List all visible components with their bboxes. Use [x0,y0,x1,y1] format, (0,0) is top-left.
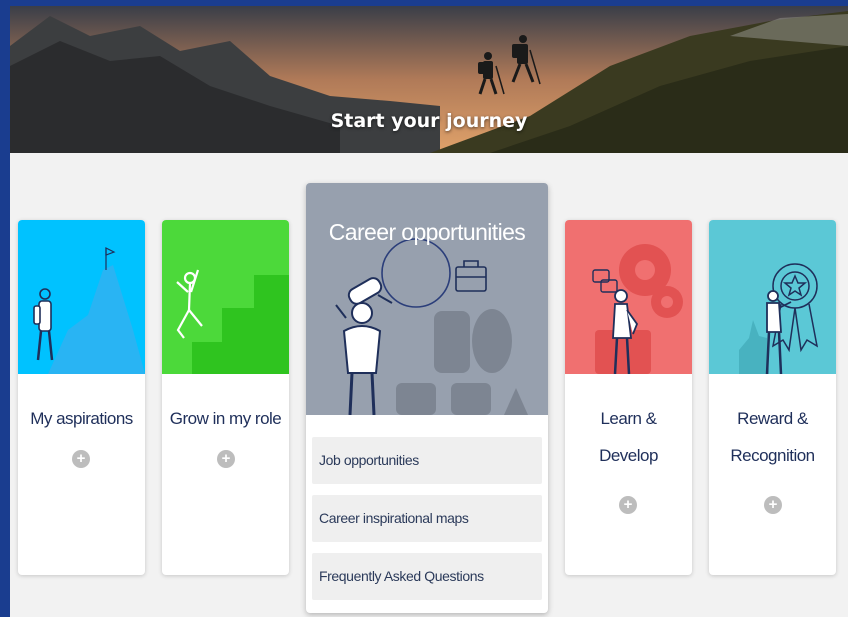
menu-frequently-asked-questions[interactable]: Frequently Asked Questions [312,553,542,600]
menu-job-opportunities[interactable]: Job opportunities [312,437,542,484]
career-title: Career opportunities [328,219,526,245]
reward-label-line2: Recognition [730,446,815,465]
card-my-aspirations[interactable]: My aspirations + [18,220,145,575]
hero-banner: Start your journey [10,6,848,153]
learn-label-line1: Learn & [600,409,657,428]
aspirations-plus-icon[interactable]: + [72,450,90,468]
grow-illustration [162,220,289,374]
card-career-opportunities[interactable]: Career opportunities Job opportunities C… [306,183,548,613]
aspirations-label: My aspirations [30,409,133,428]
reward-illustration [709,220,836,374]
reward-plus-icon[interactable]: + [764,496,782,514]
reward-label-line1: Reward & [737,409,808,428]
card-grow-in-my-role[interactable]: Grow in my role + [162,220,289,575]
grow-label: Grow in my role [169,409,282,428]
career-illustration: Career opportunities [306,183,548,415]
hero-title: Start your journey [330,110,528,132]
grow-plus-icon[interactable]: + [217,450,235,468]
card-reward-recognition[interactable]: Reward & Recognition + [709,220,836,575]
page-frame: Start your journey My aspirations + Grow… [10,6,848,617]
card-learn-develop[interactable]: Learn & Develop + [565,220,692,575]
learn-illustration [565,220,692,374]
menu-career-inspirational-maps[interactable]: Career inspirational maps [312,495,542,542]
learn-plus-icon[interactable]: + [619,496,637,514]
aspirations-illustration [18,220,145,374]
learn-label-line2: Develop [599,446,658,465]
